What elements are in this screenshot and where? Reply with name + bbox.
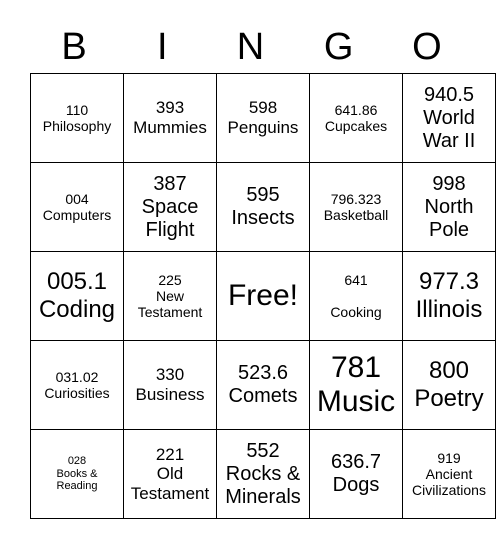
cell-label: 387 Space Flight: [141, 172, 199, 241]
header-letter-b: B: [61, 26, 87, 68]
bingo-row: 028 Books & Reading 221 Old Testament 552 …: [30, 429, 496, 519]
bingo-cell[interactable]: 004 Computers: [30, 162, 124, 252]
cell-label: 598 Penguins: [227, 98, 299, 137]
bingo-cell[interactable]: 641.86 Cupcakes: [309, 73, 403, 163]
header-letter-i: I: [157, 26, 168, 68]
cell-label: 800 Poetry: [414, 357, 484, 412]
cell-label: 004 Computers: [42, 190, 112, 223]
bingo-cell[interactable]: 641 Cooking: [309, 251, 403, 341]
bingo-cell[interactable]: 005.1 Coding: [30, 251, 124, 341]
bingo-cell[interactable]: 552 Rocks & Minerals: [216, 429, 310, 519]
header-letter-o: O: [412, 26, 442, 68]
bingo-cell[interactable]: 110 Philosophy: [30, 73, 124, 163]
bingo-row: 110 Philosophy 393 Mummies 598 Penguins 641…: [30, 73, 496, 163]
bingo-header: B I N G O: [30, 22, 471, 72]
bingo-cell[interactable]: 919 Ancient Civilizations: [402, 429, 496, 519]
bingo-cell[interactable]: 393 Mummies: [123, 73, 217, 163]
header-letter-g: G: [323, 26, 354, 68]
cell-label: 523.6 Comets: [228, 362, 298, 407]
bingo-cell[interactable]: 800 Poetry: [402, 340, 496, 430]
bingo-cell[interactable]: 940.5 World War II: [402, 73, 496, 163]
bingo-cell[interactable]: 225 New Testament: [123, 251, 217, 341]
cell-label: 781 Music: [316, 350, 396, 419]
cell-label: 636.7 Dogs: [330, 451, 382, 496]
cell-label: 641 Cooking: [330, 271, 382, 321]
bingo-cell[interactable]: 598 Penguins: [216, 73, 310, 163]
bingo-row: 031.02 Curiosities 330 Business 523.6 Come…: [30, 340, 496, 430]
cell-label: 005.1 Coding: [38, 268, 116, 323]
bingo-cell[interactable]: 977.3 Illinois: [402, 251, 496, 341]
bingo-cell[interactable]: 796.323 Basketball: [309, 162, 403, 252]
cell-label: 552 Rocks & Minerals: [225, 439, 301, 508]
bingo-grid: 110 Philosophy 393 Mummies 598 Penguins 641…: [30, 73, 496, 519]
bingo-cell[interactable]: 998 North Pole: [402, 162, 496, 252]
bingo-row: 005.1 Coding 225 New Testament Free! 641 Co…: [30, 251, 496, 341]
bingo-row: 004 Computers 387 Space Flight 595 Insects…: [30, 162, 496, 252]
cell-label: 031.02 Curiosities: [44, 368, 110, 401]
bingo-cell[interactable]: 028 Books & Reading: [30, 429, 124, 519]
bingo-cell[interactable]: 221 Old Testament: [123, 429, 217, 519]
bingo-cell[interactable]: 781 Music: [309, 340, 403, 430]
bingo-cell[interactable]: 031.02 Curiosities: [30, 340, 124, 430]
cell-label: 998 North Pole: [424, 172, 474, 241]
cell-label: 221 Old Testament: [130, 444, 210, 503]
bingo-cell[interactable]: 330 Business: [123, 340, 217, 430]
header-letter-n: N: [236, 26, 265, 68]
bingo-cell[interactable]: 523.6 Comets: [216, 340, 310, 430]
cell-label: 110 Philosophy: [42, 101, 112, 134]
cell-label: 393 Mummies: [133, 98, 207, 137]
bingo-cell[interactable]: 387 Space Flight: [123, 162, 217, 252]
cell-label: 940.5 World War II: [422, 83, 476, 152]
cell-label: 330 Business: [135, 365, 205, 404]
cell-label: 796.323 Basketball: [323, 190, 389, 223]
cell-label: 977.3 Illinois: [415, 268, 483, 323]
cell-label: 028 Books & Reading: [56, 455, 98, 493]
bingo-cell[interactable]: 636.7 Dogs: [309, 429, 403, 519]
cell-label: Free!: [227, 278, 299, 312]
cell-label: 641.86 Cupcakes: [324, 101, 388, 134]
free-space-cell[interactable]: Free!: [216, 251, 310, 341]
cell-label: 595 Insects: [231, 184, 295, 229]
cell-label: 919 Ancient Civilizations: [412, 449, 486, 499]
bingo-cell[interactable]: 595 Insects: [216, 162, 310, 252]
cell-label: 225 New Testament: [137, 271, 203, 321]
